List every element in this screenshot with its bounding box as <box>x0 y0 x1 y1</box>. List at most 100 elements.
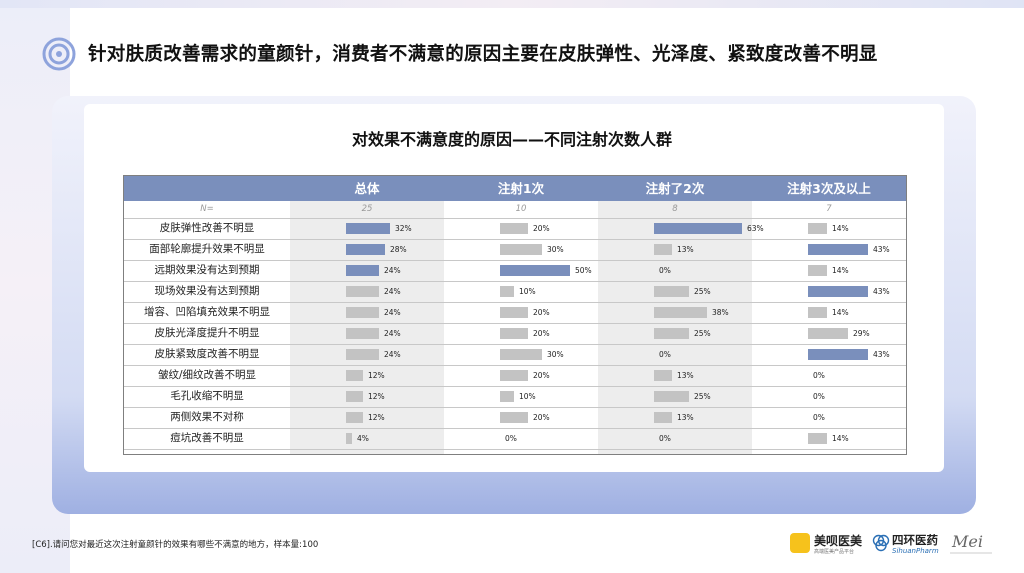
bar <box>346 370 363 381</box>
sihuan-logo-subtitle: SihuanPharm <box>892 547 939 555</box>
value-label: 10% <box>519 287 536 296</box>
value-label: 14% <box>832 266 849 275</box>
sihuan-logo-icon <box>872 534 890 552</box>
column-header: 总体 <box>354 181 380 196</box>
bar <box>346 265 379 276</box>
target-icon <box>42 37 76 71</box>
row-label: 皮肤紧致度改善不明显 <box>154 348 260 360</box>
page-background-top <box>0 0 1024 8</box>
meipai-logo-name: 美呗医美 <box>814 534 863 548</box>
bar <box>500 412 528 423</box>
bar <box>808 286 868 297</box>
bar <box>500 391 514 402</box>
bar <box>808 433 827 444</box>
mei-logo: Mei <box>950 532 992 554</box>
value-label: 25% <box>694 329 711 338</box>
value-label: 32% <box>395 224 412 233</box>
bar <box>654 244 672 255</box>
bar <box>346 412 363 423</box>
value-label: 43% <box>873 350 890 359</box>
value-label: 24% <box>384 329 401 338</box>
row-label: 远期效果没有达到预期 <box>154 264 260 276</box>
value-label: 14% <box>832 308 849 317</box>
value-label: 14% <box>832 224 849 233</box>
bar <box>654 223 742 234</box>
value-label: 50% <box>575 266 592 275</box>
bar <box>346 307 379 318</box>
row-label: 皱纹/细纹改善不明显 <box>157 369 257 381</box>
sihuan-logo: 四环医药 SihuanPharm <box>872 531 944 557</box>
bar <box>500 370 528 381</box>
value-label: 13% <box>677 371 694 380</box>
bar <box>500 349 542 360</box>
value-label: 20% <box>533 413 550 422</box>
bar <box>808 328 848 339</box>
row-label: 面部轮廓提升效果不明显 <box>149 243 265 255</box>
column-header: 注射1次 <box>497 181 545 196</box>
meipai-logo-icon <box>790 533 810 553</box>
value-label: 30% <box>547 245 564 254</box>
meipai-logo-subtitle: 高端医美产品平台 <box>814 549 855 555</box>
bar <box>808 307 827 318</box>
value-label: 0% <box>659 350 671 359</box>
value-label: 4% <box>357 434 369 443</box>
sample-size: 25 <box>361 204 373 214</box>
bar <box>346 223 390 234</box>
value-label: 20% <box>533 329 550 338</box>
bar <box>346 286 379 297</box>
bar <box>654 307 707 318</box>
value-label: 43% <box>873 287 890 296</box>
row-label: 皮肤光泽度提升不明显 <box>154 327 260 339</box>
chart-title: 对效果不满意度的原因——不同注射次数人群 <box>351 130 672 149</box>
value-label: 13% <box>677 413 694 422</box>
value-label: 24% <box>384 308 401 317</box>
bar <box>500 223 528 234</box>
n-label: N= <box>200 204 214 214</box>
bar <box>346 328 379 339</box>
bar <box>500 244 542 255</box>
value-label: 20% <box>533 224 550 233</box>
value-label: 29% <box>853 329 870 338</box>
sample-size: 8 <box>672 204 678 214</box>
value-label: 13% <box>677 245 694 254</box>
row-label: 毛孔收缩不明显 <box>170 390 244 402</box>
value-label: 14% <box>832 434 849 443</box>
row-divider <box>124 449 906 450</box>
column-header: 注射3次及以上 <box>787 181 871 196</box>
bar <box>654 328 689 339</box>
value-label: 0% <box>813 392 825 401</box>
bar <box>654 391 689 402</box>
column-header: 注射了2次 <box>645 181 705 196</box>
bar <box>808 265 827 276</box>
row-label: 两侧效果不对称 <box>170 411 244 423</box>
bar <box>346 349 379 360</box>
value-label: 0% <box>505 434 517 443</box>
bar <box>500 307 528 318</box>
value-label: 38% <box>712 308 729 317</box>
bar <box>654 286 689 297</box>
value-label: 24% <box>384 350 401 359</box>
meipai-logo: 美呗医美 高端医美产品平台 <box>790 531 870 557</box>
value-label: 28% <box>390 245 407 254</box>
value-label: 20% <box>533 371 550 380</box>
value-label: 25% <box>694 392 711 401</box>
results-table: N= 总体 25 注射1次 10 注射了2次 8 注射3次及以上 7 皮肤弹性改善不明显 32% 2… <box>123 175 907 455</box>
value-label: 25% <box>694 287 711 296</box>
value-label: 0% <box>813 413 825 422</box>
value-label: 10% <box>519 392 536 401</box>
value-label: 0% <box>659 434 671 443</box>
value-label: 0% <box>813 371 825 380</box>
value-label: 0% <box>659 266 671 275</box>
value-label: 12% <box>368 392 385 401</box>
row-label: 痘坑改善不明显 <box>170 432 244 444</box>
row-label: 现场效果没有达到预期 <box>154 285 260 297</box>
footnote: [C6].请问您对最近这次注射童颜针的效果有哪些不满意的地方，样本量:100 <box>32 540 319 550</box>
row-label: 皮肤弹性改善不明显 <box>159 222 255 234</box>
bar <box>808 223 827 234</box>
value-label: 24% <box>384 266 401 275</box>
sihuan-logo-name: 四环医药 <box>892 533 938 547</box>
bar <box>808 244 868 255</box>
row-label: 增容、凹陷填充效果不明显 <box>144 306 270 318</box>
value-label: 63% <box>747 224 764 233</box>
value-label: 12% <box>368 371 385 380</box>
